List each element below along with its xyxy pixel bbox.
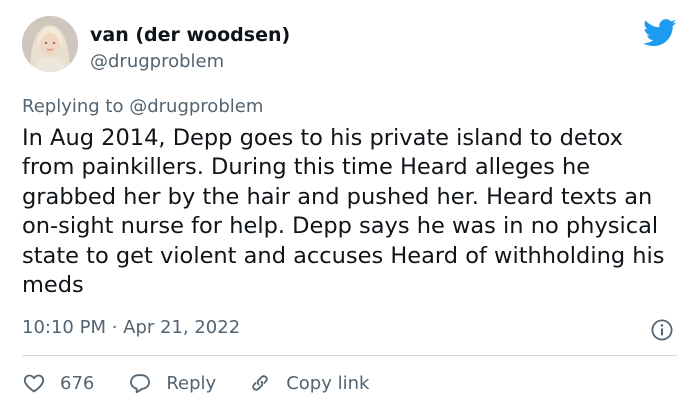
like-count: 676 (60, 372, 95, 394)
tweet-card: van (der woodsen) @drugproblem Replying … (0, 0, 700, 404)
tweet-timestamp[interactable]: 10:10 PM · Apr 21, 2022 (22, 317, 240, 338)
author-handle[interactable]: @drugproblem (90, 51, 224, 72)
reply-prefix: Replying to (22, 96, 124, 117)
tweet-text: In Aug 2014, Depp goes to his private is… (22, 125, 665, 299)
like-button[interactable]: 676 (22, 371, 94, 395)
link-icon (252, 375, 268, 391)
avatar[interactable] (22, 16, 78, 72)
copy-link-button[interactable]: Copy link (248, 371, 369, 395)
copy-link-label: Copy link (286, 372, 370, 394)
speech-bubble-icon (130, 374, 151, 394)
info-icon[interactable] (650, 318, 674, 342)
reply-button[interactable]: Reply (128, 371, 216, 395)
reply-label: Reply (166, 372, 217, 394)
divider (22, 355, 677, 356)
reply-context: Replying to @drugproblem (22, 96, 263, 117)
author-name[interactable]: van (der woodsen) (90, 24, 290, 46)
avatar-image (22, 16, 78, 72)
action-bar: 676 Reply Copy link (22, 368, 369, 398)
reply-mention-link[interactable]: @drugproblem (129, 96, 263, 117)
heart-icon (23, 374, 45, 393)
twitter-bird-icon[interactable] (643, 19, 677, 47)
